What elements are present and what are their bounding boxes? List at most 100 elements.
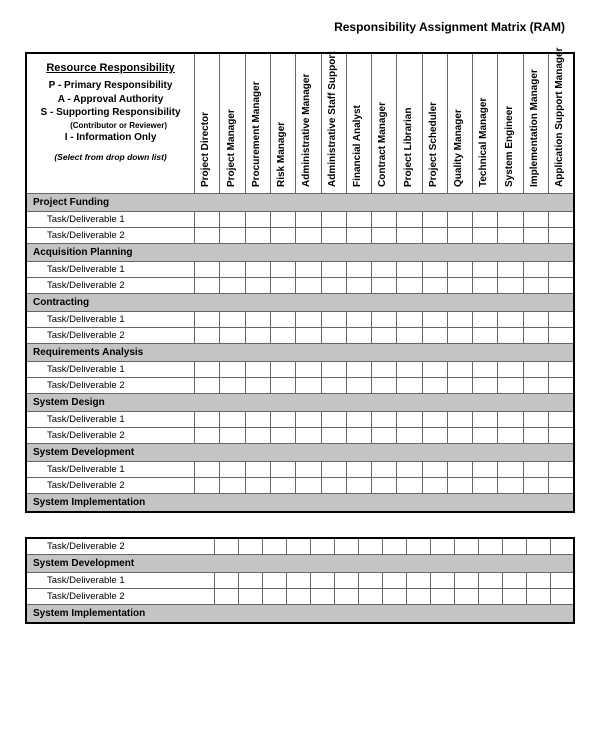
matrix-cell[interactable] xyxy=(397,211,422,227)
matrix-cell[interactable] xyxy=(447,461,472,477)
matrix-cell[interactable] xyxy=(245,461,270,477)
matrix-cell[interactable] xyxy=(498,261,523,277)
matrix-cell[interactable] xyxy=(549,411,574,427)
matrix-cell[interactable] xyxy=(447,361,472,377)
matrix-cell[interactable] xyxy=(473,477,498,493)
matrix-cell[interactable] xyxy=(270,211,295,227)
matrix-cell[interactable] xyxy=(321,461,346,477)
matrix-cell[interactable] xyxy=(372,327,397,343)
matrix-cell[interactable] xyxy=(397,461,422,477)
matrix-cell[interactable] xyxy=(321,427,346,443)
matrix-cell[interactable] xyxy=(454,572,478,588)
matrix-cell[interactable] xyxy=(549,277,574,293)
matrix-cell[interactable] xyxy=(238,588,262,604)
matrix-cell[interactable] xyxy=(296,361,321,377)
matrix-cell[interactable] xyxy=(220,427,245,443)
matrix-cell[interactable] xyxy=(397,261,422,277)
matrix-cell[interactable] xyxy=(498,411,523,427)
matrix-cell[interactable] xyxy=(296,377,321,393)
matrix-cell[interactable] xyxy=(296,227,321,243)
matrix-cell[interactable] xyxy=(523,211,548,227)
matrix-cell[interactable] xyxy=(334,572,358,588)
matrix-cell[interactable] xyxy=(358,588,382,604)
matrix-cell[interactable] xyxy=(473,427,498,443)
matrix-cell[interactable] xyxy=(498,427,523,443)
matrix-cell[interactable] xyxy=(478,572,502,588)
matrix-cell[interactable] xyxy=(296,327,321,343)
matrix-cell[interactable] xyxy=(286,588,310,604)
matrix-cell[interactable] xyxy=(195,477,220,493)
matrix-cell[interactable] xyxy=(346,361,371,377)
matrix-cell[interactable] xyxy=(422,311,447,327)
matrix-cell[interactable] xyxy=(430,538,454,555)
matrix-cell[interactable] xyxy=(245,211,270,227)
matrix-cell[interactable] xyxy=(502,538,526,555)
matrix-cell[interactable] xyxy=(238,572,262,588)
matrix-cell[interactable] xyxy=(473,461,498,477)
matrix-cell[interactable] xyxy=(523,361,548,377)
matrix-cell[interactable] xyxy=(321,377,346,393)
matrix-cell[interactable] xyxy=(195,361,220,377)
matrix-cell[interactable] xyxy=(195,327,220,343)
matrix-cell[interactable] xyxy=(296,211,321,227)
matrix-cell[interactable] xyxy=(195,211,220,227)
matrix-cell[interactable] xyxy=(397,477,422,493)
matrix-cell[interactable] xyxy=(220,277,245,293)
matrix-cell[interactable] xyxy=(372,427,397,443)
matrix-cell[interactable] xyxy=(473,377,498,393)
matrix-cell[interactable] xyxy=(447,211,472,227)
matrix-cell[interactable] xyxy=(334,588,358,604)
matrix-cell[interactable] xyxy=(372,477,397,493)
matrix-cell[interactable] xyxy=(473,211,498,227)
matrix-cell[interactable] xyxy=(406,538,430,555)
matrix-cell[interactable] xyxy=(321,261,346,277)
matrix-cell[interactable] xyxy=(549,477,574,493)
matrix-cell[interactable] xyxy=(245,261,270,277)
matrix-cell[interactable] xyxy=(523,411,548,427)
matrix-cell[interactable] xyxy=(523,377,548,393)
matrix-cell[interactable] xyxy=(195,377,220,393)
matrix-cell[interactable] xyxy=(422,227,447,243)
matrix-cell[interactable] xyxy=(220,377,245,393)
matrix-cell[interactable] xyxy=(270,277,295,293)
matrix-cell[interactable] xyxy=(549,427,574,443)
matrix-cell[interactable] xyxy=(397,277,422,293)
matrix-cell[interactable] xyxy=(245,227,270,243)
matrix-cell[interactable] xyxy=(270,227,295,243)
matrix-cell[interactable] xyxy=(422,361,447,377)
matrix-cell[interactable] xyxy=(523,227,548,243)
matrix-cell[interactable] xyxy=(195,261,220,277)
matrix-cell[interactable] xyxy=(245,327,270,343)
matrix-cell[interactable] xyxy=(473,311,498,327)
matrix-cell[interactable] xyxy=(422,461,447,477)
matrix-cell[interactable] xyxy=(220,261,245,277)
matrix-cell[interactable] xyxy=(195,427,220,443)
matrix-cell[interactable] xyxy=(346,327,371,343)
matrix-cell[interactable] xyxy=(270,311,295,327)
matrix-cell[interactable] xyxy=(321,211,346,227)
matrix-cell[interactable] xyxy=(286,538,310,555)
matrix-cell[interactable] xyxy=(346,261,371,277)
matrix-cell[interactable] xyxy=(296,277,321,293)
matrix-cell[interactable] xyxy=(422,427,447,443)
matrix-cell[interactable] xyxy=(346,211,371,227)
matrix-cell[interactable] xyxy=(321,477,346,493)
matrix-cell[interactable] xyxy=(245,361,270,377)
matrix-cell[interactable] xyxy=(454,588,478,604)
matrix-cell[interactable] xyxy=(245,411,270,427)
matrix-cell[interactable] xyxy=(526,588,550,604)
matrix-cell[interactable] xyxy=(523,427,548,443)
matrix-cell[interactable] xyxy=(245,427,270,443)
matrix-cell[interactable] xyxy=(447,411,472,427)
matrix-cell[interactable] xyxy=(447,261,472,277)
matrix-cell[interactable] xyxy=(321,411,346,427)
matrix-cell[interactable] xyxy=(430,572,454,588)
matrix-cell[interactable] xyxy=(397,327,422,343)
matrix-cell[interactable] xyxy=(262,538,286,555)
matrix-cell[interactable] xyxy=(523,461,548,477)
matrix-cell[interactable] xyxy=(245,311,270,327)
matrix-cell[interactable] xyxy=(214,588,238,604)
matrix-cell[interactable] xyxy=(310,572,334,588)
matrix-cell[interactable] xyxy=(382,588,406,604)
matrix-cell[interactable] xyxy=(296,411,321,427)
